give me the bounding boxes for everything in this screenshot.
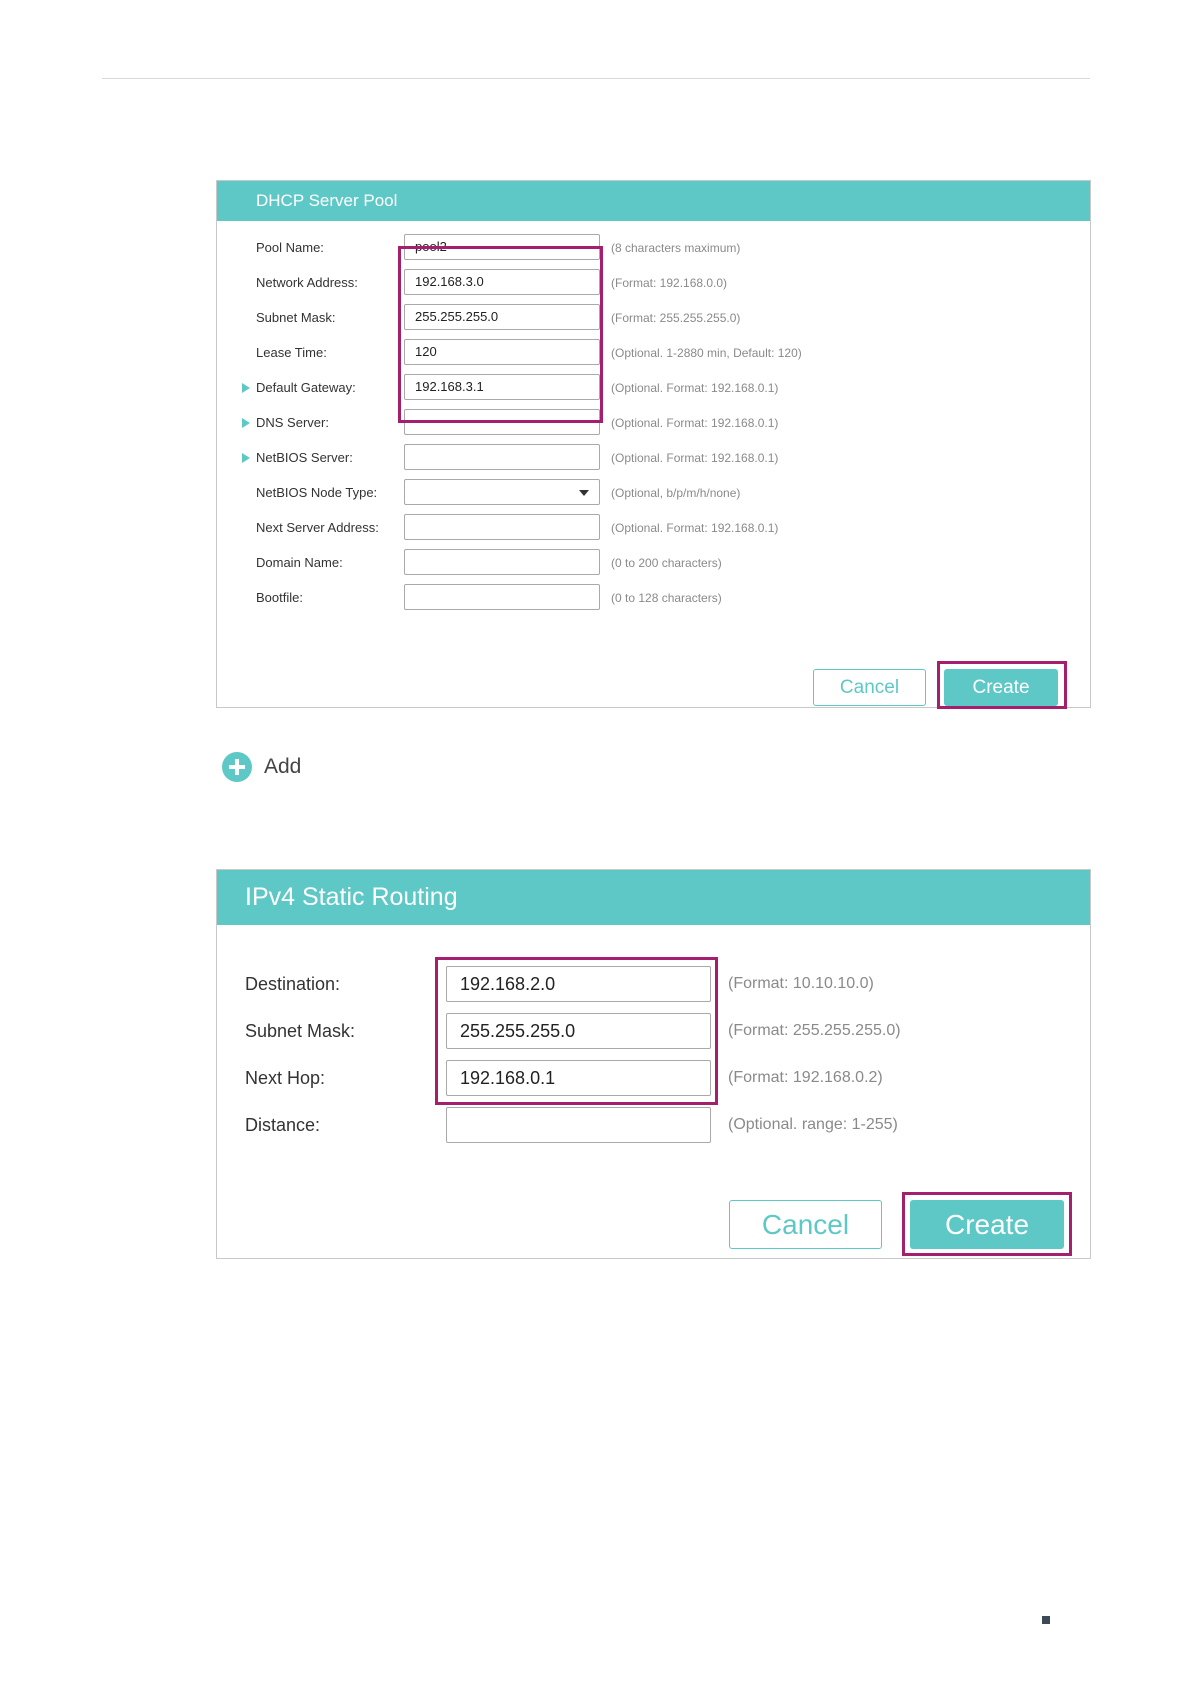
highlight-box [435,957,718,1105]
dhcp-server-pool-panel: DHCP Server Pool Pool Name: pool2 (8 cha… [216,180,1091,709]
netbios-node-type-select[interactable] [404,479,600,505]
netbios-server-input[interactable] [404,444,600,470]
cancel-button[interactable]: Cancel [729,1200,882,1249]
bootfile-hint: (0 to 128 characters) [611,591,722,605]
pool-name-hint: (8 characters maximum) [611,241,741,255]
add-label: Add [264,755,302,778]
expand-triangle-icon[interactable] [242,418,250,428]
create-button[interactable]: Create [910,1200,1064,1249]
distance-label: Distance: [245,1115,321,1135]
destination-label: Destination: [245,974,341,994]
create-button[interactable]: Create [944,669,1058,706]
next-server-address-row: Next Server Address: (Optional. Format: … [217,514,1090,549]
cancel-button[interactable]: Cancel [813,669,926,706]
routing-subnet-mask-label: Subnet Mask: [245,1021,356,1041]
distance-hint: (Optional. range: 1-255) [728,1116,898,1133]
bootfile-row: Bootfile: (0 to 128 characters) [217,584,1090,619]
default-gateway-hint: (Optional. Format: 192.168.0.1) [611,381,779,395]
routing-subnet-mask-hint: (Format: 255.255.255.0) [728,1022,901,1039]
page-marker [1042,1616,1050,1624]
netbios-node-type-hint: (Optional, b/p/m/h/none) [611,486,741,500]
netbios-server-label: NetBIOS Server: [256,450,353,465]
default-gateway-row: Default Gateway: 192.168.3.1 (Optional. … [217,374,1090,409]
domain-name-row: Domain Name: (0 to 200 characters) [217,549,1090,584]
dhcp-panel-title: DHCP Server Pool [217,181,1090,221]
netbios-server-row: NetBIOS Server: (Optional. Format: 192.1… [217,444,1090,479]
domain-name-hint: (0 to 200 characters) [611,556,722,570]
expand-triangle-icon[interactable] [242,383,250,393]
netbios-server-hint: (Optional. Format: 192.168.0.1) [611,451,779,465]
next-server-address-hint: (Optional. Format: 192.168.0.1) [611,521,779,535]
dns-server-label: DNS Server: [256,415,329,430]
domain-name-input[interactable] [404,549,600,575]
lease-time-hint: (Optional. 1-2880 min, Default: 120) [611,346,802,360]
expand-triangle-icon[interactable] [242,453,250,463]
distance-input[interactable] [446,1107,711,1143]
subnet-mask-row: Subnet Mask: 255.255.255.0 (Format: 255.… [217,304,1090,339]
bootfile-label: Bootfile: [256,590,303,605]
pool-name-label: Pool Name: [256,240,324,255]
next-server-address-input[interactable] [404,514,600,540]
lease-time-label: Lease Time: [256,345,327,360]
subnet-mask-label: Subnet Mask: [256,310,336,325]
distance-row: Distance: (Optional. range: 1-255) [217,1107,1090,1147]
highlight-box [398,246,603,423]
destination-hint: (Format: 10.10.10.0) [728,975,874,992]
next-server-address-label: Next Server Address: [256,520,379,535]
page-divider [102,78,1090,79]
network-address-label: Network Address: [256,275,358,290]
netbios-node-type-row: NetBIOS Node Type: (Optional, b/p/m/h/no… [217,479,1090,514]
routing-panel-title: IPv4 Static Routing [217,870,1090,925]
default-gateway-label: Default Gateway: [256,380,356,395]
netbios-node-type-label: NetBIOS Node Type: [256,485,378,500]
lease-time-row: Lease Time: 120 (Optional. 1-2880 min, D… [217,339,1090,374]
dns-server-row: DNS Server: (Optional. Format: 192.168.0… [217,409,1090,444]
dropdown-arrow-icon[interactable] [579,490,589,496]
network-address-hint: (Format: 192.168.0.0) [611,276,728,290]
dns-server-hint: (Optional. Format: 192.168.0.1) [611,416,779,430]
subnet-mask-hint: (Format: 255.255.255.0) [611,311,741,325]
next-hop-label: Next Hop: [245,1068,326,1088]
pool-name-row: Pool Name: pool2 (8 characters maximum) [217,234,1090,269]
next-hop-hint: (Format: 192.168.0.2) [728,1069,883,1086]
domain-name-label: Domain Name: [256,555,343,570]
ipv4-static-routing-panel: IPv4 Static Routing Destination: 192.168… [216,869,1091,1259]
network-address-row: Network Address: 192.168.3.0 (Format: 19… [217,269,1090,304]
plus-circle-icon [222,752,252,782]
bootfile-input[interactable] [404,584,600,610]
